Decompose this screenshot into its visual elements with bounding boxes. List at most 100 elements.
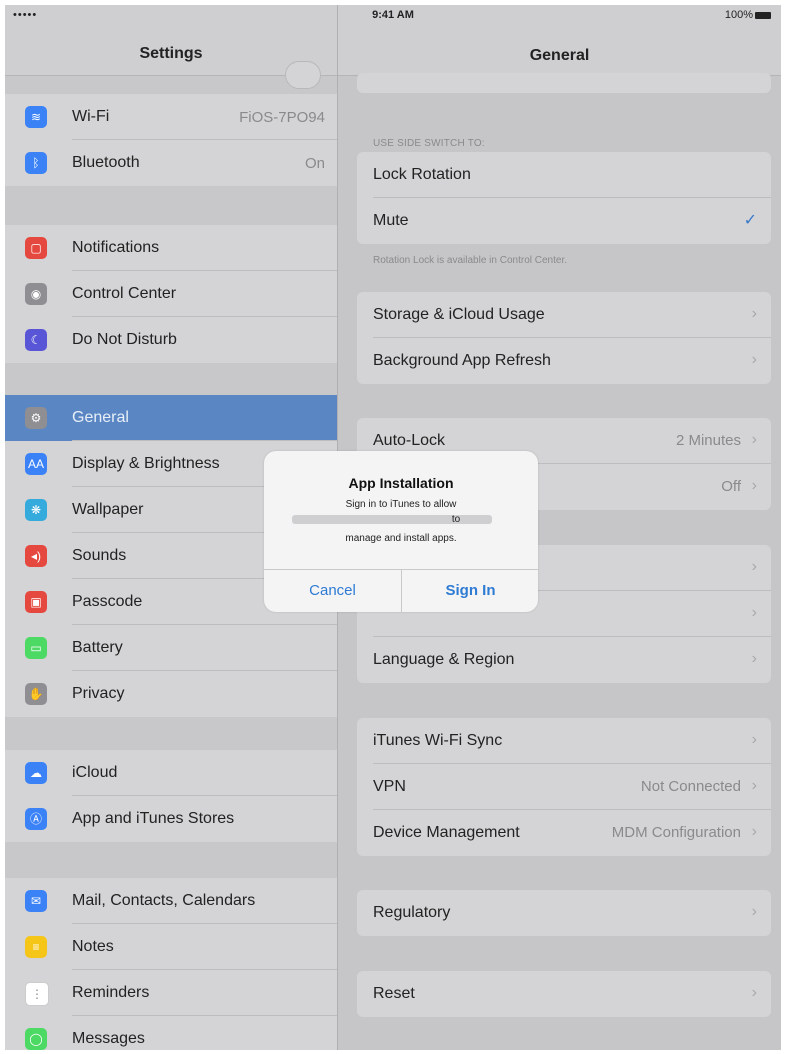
display-icon: AA bbox=[25, 453, 47, 475]
sidebar-item-label: Wallpaper bbox=[72, 501, 144, 518]
app-store-icon: Ⓐ bbox=[25, 808, 47, 830]
chevron-right-icon: › bbox=[751, 604, 757, 621]
ipad-screen: Settings ≋ Wi-Fi FiOS-7PO94 ᛒ Bluetooth On ▢ No… bbox=[5, 5, 781, 1050]
sidebar-item-label: Do Not Disturb bbox=[72, 331, 177, 348]
control-center-icon: ◉ bbox=[25, 283, 47, 305]
sidebar-item-label: Display & Brightness bbox=[72, 455, 220, 472]
sidebar-item-label: Control Center bbox=[72, 285, 177, 302]
chevron-right-icon: › bbox=[751, 305, 757, 322]
sidebar-item-messages[interactable]: ◯ Messages bbox=[5, 1016, 337, 1050]
cancel-button[interactable]: Cancel bbox=[264, 569, 401, 612]
background-app-refresh-row[interactable]: Background App Refresh › bbox=[357, 338, 771, 384]
sidebar-item-label: Sounds bbox=[72, 547, 127, 564]
chevron-right-icon: › bbox=[751, 431, 757, 448]
chevron-right-icon: › bbox=[751, 903, 757, 920]
row-label: Lock Rotation bbox=[373, 166, 471, 183]
row-value: 2 Minutes bbox=[675, 432, 741, 449]
speaker-icon: ◂) bbox=[25, 545, 47, 567]
sidebar-item-label: iCloud bbox=[72, 764, 118, 781]
sidebar-item-label: Mail, Contacts, Calendars bbox=[72, 892, 256, 909]
alert-message-line2: to bbox=[451, 514, 461, 525]
chevron-right-icon: › bbox=[751, 823, 757, 840]
sidebar-item-label: App and iTunes Stores bbox=[72, 810, 235, 827]
sign-in-button[interactable]: Sign In bbox=[402, 569, 538, 612]
row-label: Device Management bbox=[373, 824, 520, 841]
mute-row[interactable]: Mute ✓ bbox=[357, 198, 771, 244]
row-label: Storage & iCloud Usage bbox=[373, 306, 545, 323]
sidebar-item-app-store[interactable]: Ⓐ App and iTunes Stores bbox=[5, 796, 337, 842]
side-switch-footer: Rotation Lock is available in Control Ce… bbox=[373, 255, 567, 266]
device-management-row[interactable]: Device Management MDM Configuration › bbox=[357, 810, 771, 856]
sidebar-item-mail[interactable]: ✉ Mail, Contacts, Calendars bbox=[5, 878, 337, 924]
storage-group: Storage & iCloud Usage › Background App Re… bbox=[357, 292, 771, 384]
sidebar-item-label: Bluetooth bbox=[72, 154, 140, 171]
reminders-icon: ⋮ bbox=[25, 982, 49, 1006]
messages-icon: ◯ bbox=[25, 1028, 47, 1050]
vpn-row[interactable]: VPN Not Connected › bbox=[357, 764, 771, 810]
notes-icon: ≡ bbox=[25, 936, 47, 958]
sidebar-item-privacy[interactable]: ✋ Privacy bbox=[5, 671, 337, 717]
lock-rotation-row[interactable]: Lock Rotation bbox=[357, 152, 771, 198]
sidebar-item-bluetooth[interactable]: ᛒ Bluetooth On bbox=[5, 140, 337, 186]
chevron-right-icon: › bbox=[751, 777, 757, 794]
row-label: Background App Refresh bbox=[373, 352, 551, 369]
general-title: General bbox=[529, 47, 590, 64]
partial-toggle-switch[interactable] bbox=[285, 61, 321, 89]
sidebar-item-battery[interactable]: ▭ Battery bbox=[5, 625, 337, 671]
chevron-right-icon: › bbox=[751, 984, 757, 1001]
sidebar-item-do-not-disturb[interactable]: ☾ Do Not Disturb bbox=[5, 317, 337, 363]
partial-group-top bbox=[357, 73, 771, 93]
chevron-right-icon: › bbox=[751, 351, 757, 368]
status-bar: ••••• 9:41 AM 100% bbox=[5, 5, 781, 25]
sidebar-item-general[interactable]: ⚙ General bbox=[5, 395, 337, 441]
row-label: Mute bbox=[373, 212, 409, 229]
row-label: VPN bbox=[373, 778, 406, 795]
row-value: Off bbox=[721, 478, 741, 495]
wallpaper-icon: ❋ bbox=[25, 499, 47, 521]
row-label: Language & Region bbox=[373, 651, 515, 668]
sidebar-item-label: Reminders bbox=[72, 984, 150, 1001]
regulatory-label: Regulatory bbox=[373, 904, 451, 921]
sidebar-item-label: Privacy bbox=[72, 685, 125, 702]
wifi-icon: ≋ bbox=[25, 106, 47, 128]
side-switch-group: Lock Rotation Mute ✓ bbox=[357, 152, 771, 244]
lock-icon: ▣ bbox=[25, 591, 47, 613]
chevron-right-icon: › bbox=[751, 731, 757, 748]
itunes-wi-fi-sync-row[interactable]: iTunes Wi-Fi Sync › bbox=[357, 718, 771, 764]
reset-group: Reset › bbox=[357, 971, 771, 1017]
sidebar-item-label: Passcode bbox=[72, 593, 143, 610]
sidebar-item-control-center[interactable]: ◉ Control Center bbox=[5, 271, 337, 317]
sidebar-item-notifications[interactable]: ▢ Notifications bbox=[5, 225, 337, 271]
reset-row[interactable]: Reset › bbox=[357, 971, 771, 1017]
moon-icon: ☾ bbox=[25, 329, 47, 351]
language-region-row[interactable]: Language & Region › bbox=[357, 637, 771, 683]
row-value: Not Connected bbox=[640, 778, 741, 795]
checkmark-icon: ✓ bbox=[743, 212, 757, 229]
sidebar-item-label: Wi-Fi bbox=[72, 108, 110, 125]
cloud-icon: ☁ bbox=[25, 762, 47, 784]
bluetooth-icon: ᛒ bbox=[25, 152, 47, 174]
alert-title: App Installation bbox=[348, 475, 454, 491]
sidebar-item-label: Messages bbox=[72, 1030, 145, 1047]
battery-icon: ▭ bbox=[25, 637, 47, 659]
gear-icon: ⚙ bbox=[25, 407, 47, 429]
regulatory-row[interactable]: Regulatory › bbox=[357, 890, 771, 936]
hand-icon: ✋ bbox=[25, 683, 47, 705]
app-installation-alert: App Installation Sign in to iTunes to al… bbox=[264, 451, 538, 612]
chevron-right-icon: › bbox=[751, 650, 757, 667]
sidebar-item-reminders[interactable]: ⋮ Reminders bbox=[5, 970, 337, 1016]
battery-percent: 100% bbox=[724, 9, 753, 21]
sidebar-item-icloud[interactable]: ☁ iCloud bbox=[5, 750, 337, 796]
sidebar-item-wifi[interactable]: ≋ Wi-Fi FiOS-7PO94 bbox=[5, 94, 337, 140]
sidebar-item-notes[interactable]: ≡ Notes bbox=[5, 924, 337, 970]
storage-icloud-usage-row[interactable]: Storage & iCloud Usage › bbox=[357, 292, 771, 338]
battery-icon bbox=[755, 11, 771, 19]
notifications-icon: ▢ bbox=[25, 237, 47, 259]
sync-group: iTunes Wi-Fi Sync › VPN Not Connected › Devic… bbox=[357, 718, 771, 856]
alert-message-line1: Sign in to iTunes to allow bbox=[345, 499, 457, 510]
mail-icon: ✉ bbox=[25, 890, 47, 912]
sidebar-item-label: Notes bbox=[72, 938, 114, 955]
chevron-right-icon: › bbox=[751, 558, 757, 575]
sidebar-item-value: FiOS-7PO94 bbox=[239, 109, 325, 126]
sidebar-item-label: General bbox=[72, 409, 129, 426]
